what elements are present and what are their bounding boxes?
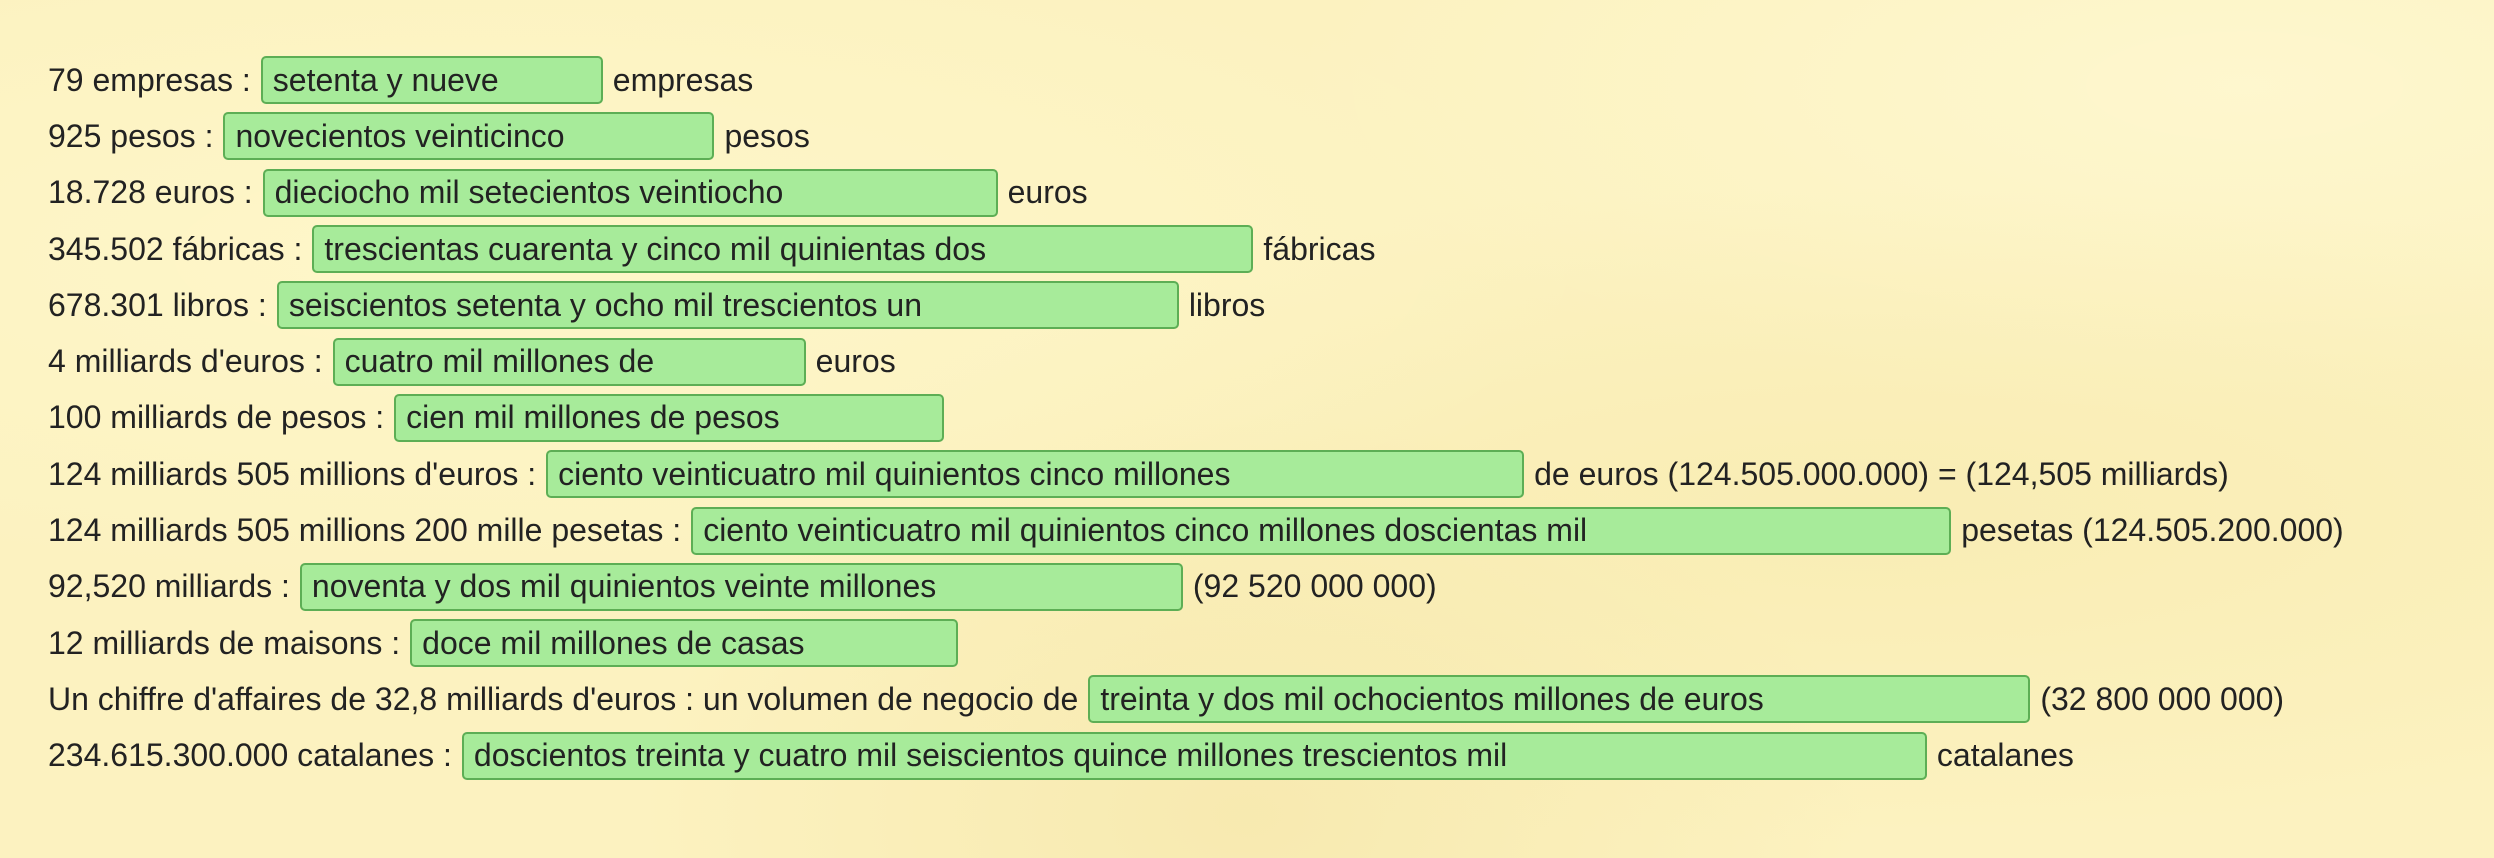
row-suffix: (92 520 000 000) — [1192, 568, 1437, 605]
answer-input[interactable] — [332, 337, 806, 386]
exercise-row: 92,520 milliards : (92 520 000 000) — [48, 559, 2344, 615]
exercise-row: 678.301 libros : libros — [48, 277, 2344, 333]
row-prompt: 124 milliards 505 millions 200 mille pes… — [48, 512, 682, 549]
row-suffix: pesetas (124.505.200.000) — [1961, 512, 2344, 549]
row-prompt: Un chiffre d'affaires de 32,8 milliards … — [48, 680, 1079, 717]
answer-input[interactable] — [1088, 675, 2031, 724]
number-exercise: 79 empresas : empresas 925 pesos : pesos… — [48, 52, 2344, 784]
row-prompt: 234.615.300.000 catalanes : — [48, 737, 452, 774]
exercise-row: Un chiffre d'affaires de 32,8 milliards … — [48, 671, 2344, 727]
row-suffix: empresas — [612, 61, 754, 98]
row-suffix: euros — [1007, 174, 1088, 211]
row-prompt: 100 milliards de pesos : — [48, 399, 385, 436]
row-prompt: 92,520 milliards : — [48, 568, 290, 605]
row-prompt: 345.502 fábricas : — [48, 230, 303, 267]
exercise-row: 12 milliards de maisons : — [48, 615, 2344, 671]
row-prompt: 79 empresas : — [48, 61, 251, 98]
exercise-row: 234.615.300.000 catalanes : catalanes — [48, 728, 2344, 784]
row-prompt: 12 milliards de maisons : — [48, 624, 401, 661]
answer-input[interactable] — [691, 506, 1952, 555]
row-prompt: 124 milliards 505 millions d'euros : — [48, 455, 537, 492]
answer-input[interactable] — [223, 112, 715, 161]
exercise-row: 345.502 fábricas : fábricas — [48, 221, 2344, 277]
answer-input[interactable] — [410, 619, 959, 668]
exercise-row: 925 pesos : pesos — [48, 108, 2344, 164]
answer-input[interactable] — [299, 562, 1183, 611]
answer-input[interactable] — [276, 281, 1179, 330]
exercise-row: 18.728 euros : euros — [48, 165, 2344, 221]
exercise-row: 124 milliards 505 millions d'euros : de … — [48, 446, 2344, 502]
row-suffix: libros — [1188, 286, 1266, 323]
row-suffix: de euros (124.505.000.000) = (124,505 mi… — [1534, 455, 2229, 492]
exercise-row: 79 empresas : empresas — [48, 52, 2344, 108]
answer-input[interactable] — [461, 731, 1927, 780]
row-suffix: catalanes — [1936, 737, 2074, 774]
exercise-row: 124 milliards 505 millions 200 mille pes… — [48, 502, 2344, 558]
answer-input[interactable] — [260, 56, 603, 105]
row-prompt: 678.301 libros : — [48, 286, 267, 323]
exercise-row: 100 milliards de pesos : — [48, 390, 2344, 446]
row-suffix: euros — [815, 343, 896, 380]
row-suffix: pesos — [724, 117, 810, 154]
answer-input[interactable] — [262, 168, 998, 217]
row-prompt: 4 milliards d'euros : — [48, 343, 323, 380]
exercise-row: 4 milliards d'euros : euros — [48, 333, 2344, 389]
row-prompt: 925 pesos : — [48, 117, 214, 154]
row-suffix: fábricas — [1263, 230, 1376, 267]
answer-input[interactable] — [546, 450, 1525, 499]
answer-input[interactable] — [312, 225, 1254, 274]
row-prompt: 18.728 euros : — [48, 174, 253, 211]
row-suffix: (32 800 000 000) — [2040, 680, 2285, 717]
answer-input[interactable] — [394, 393, 945, 442]
